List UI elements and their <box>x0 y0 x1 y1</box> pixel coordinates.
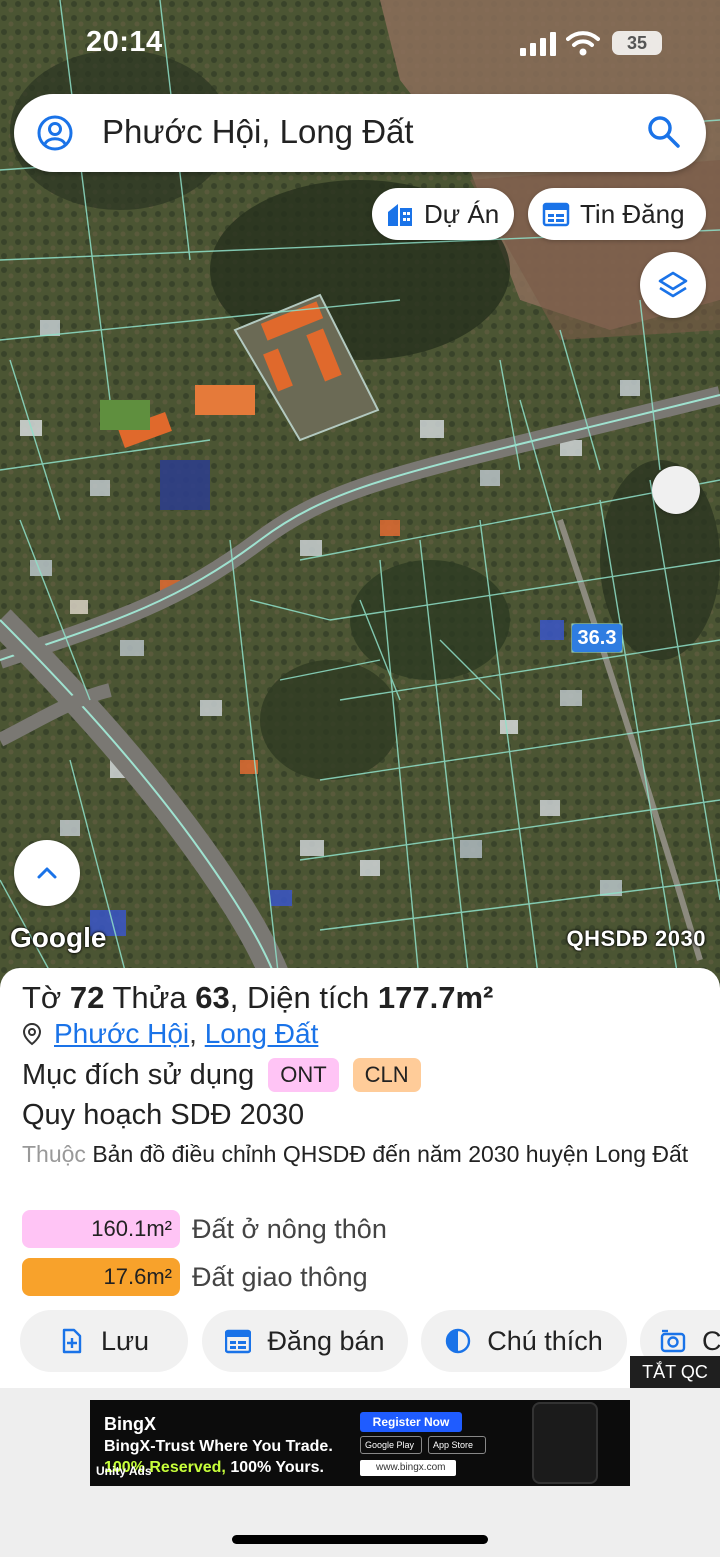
ad-register-button[interactable]: Register Now <box>360 1412 462 1432</box>
map-view[interactable]: 20:14 35 Phước Hội, Long Đất Dự Án Tin Đ… <box>0 0 720 990</box>
wifi-icon <box>566 31 600 56</box>
plot-prefix: Thửa <box>112 980 187 1015</box>
projects-chip-label: Dự Án <box>424 198 500 229</box>
zone-row: 17.6m² Đất giao thông <box>22 1258 368 1296</box>
chevron-up-icon <box>37 867 57 879</box>
building-icon <box>388 204 412 226</box>
map-layer-tag: QHSDĐ 2030 <box>566 926 706 951</box>
calendar-list-icon <box>542 202 570 227</box>
ward-link[interactable]: Phước Hội <box>54 1018 189 1050</box>
search-icon[interactable] <box>646 114 682 150</box>
plan-description: Thuộc Bản đồ điều chỉnh QHSDĐ đến năm 20… <box>22 1138 702 1171</box>
battery-indicator: 35 <box>612 31 662 55</box>
purpose-label: Mục đích sử dụng <box>22 1058 255 1091</box>
belongs-prefix: Thuộc <box>22 1141 86 1167</box>
expand-sheet-button[interactable] <box>14 840 80 906</box>
ad-url[interactable]: www.bingx.com <box>360 1460 456 1476</box>
save-button[interactable]: Lưu <box>20 1310 188 1372</box>
close-ad-button[interactable]: TẮT QC <box>630 1356 720 1388</box>
location-pin-icon <box>22 1022 42 1046</box>
purpose-badge-cln[interactable]: CLN <box>352 1058 421 1092</box>
camera-label: C <box>702 1325 720 1356</box>
land-use-purpose: Mục đích sử dụng ONT CLN <box>22 1058 421 1092</box>
zone-name: Đất ở nông thôn <box>192 1213 387 1244</box>
save-label: Lưu <box>100 1325 150 1356</box>
parcel-title: Tờ 72 Thửa 63, Diện tích 177.7m² <box>22 980 493 1016</box>
sheet-prefix: Tờ <box>22 980 62 1015</box>
area-prefix: , Diện tích <box>229 980 370 1015</box>
sheet-number: 72 <box>69 980 105 1015</box>
post-sale-button[interactable]: Đăng bán <box>202 1310 408 1372</box>
status-bar: 20:14 35 <box>0 22 720 66</box>
google-logo: Google <box>10 922 107 953</box>
map-layers-button[interactable] <box>640 252 706 318</box>
google-play-badge[interactable]: Google Play <box>360 1436 422 1454</box>
parcel-area: 177.7m² <box>377 980 494 1015</box>
location-separator: , <box>189 1018 197 1049</box>
plot-number-label[interactable]: 36.3 <box>572 624 622 652</box>
projects-chip[interactable]: Dự Án <box>372 188 514 240</box>
search-query[interactable]: Phước Hội, Long Đất <box>102 113 414 151</box>
ad-phone-image <box>532 1402 598 1484</box>
parcel-info-sheet: Tờ 72 Thửa 63, Diện tích 177.7m² Phước H… <box>0 968 720 1388</box>
cellular-signal-icon <box>520 32 556 56</box>
search-bar[interactable]: Phước Hội, Long Đất <box>14 94 706 172</box>
legend-button[interactable]: Chú thích <box>421 1310 627 1372</box>
plan-source: Bản đồ điều chỉnh QHSDĐ đến năm 2030 huy… <box>92 1141 689 1167</box>
district-link[interactable]: Long Đất <box>205 1018 319 1050</box>
listings-chip-label: Tin Đăng <box>580 198 685 229</box>
ad-tagline-line-1: BingX-Trust Where You Trade. <box>104 1438 333 1455</box>
file-add-icon <box>62 1328 82 1354</box>
plot-number: 63 <box>195 980 230 1015</box>
unity-ads-label: Unity Ads <box>96 1464 152 1478</box>
ad-banner[interactable]: BingX BingX-Trust Where You Trade. 100% … <box>90 1400 630 1486</box>
plan-heading: Quy hoạch SDĐ 2030 <box>22 1099 305 1131</box>
listings-chip[interactable]: Tin Đăng <box>528 188 706 240</box>
zone-area: 160.1m² <box>22 1210 180 1248</box>
map-drag-handle[interactable] <box>652 466 700 514</box>
user-icon[interactable] <box>36 114 74 152</box>
camera-icon <box>660 1329 686 1353</box>
zone-area: 17.6m² <box>22 1258 180 1296</box>
zone-row: 160.1m² Đất ở nông thôn <box>22 1210 387 1248</box>
layers-icon <box>658 271 688 298</box>
home-indicator[interactable] <box>232 1535 488 1544</box>
contrast-icon <box>446 1328 471 1354</box>
app-store-badge[interactable]: App Store <box>428 1436 486 1454</box>
ad-brand: BingX <box>104 1414 156 1434</box>
post-sale-label: Đăng bán <box>267 1325 385 1356</box>
purpose-badge-ont[interactable]: ONT <box>268 1058 339 1092</box>
ad-tagline-end: 100% Yours. <box>230 1459 324 1476</box>
calendar-list-icon <box>225 1329 252 1354</box>
legend-label: Chú thích <box>487 1325 603 1356</box>
status-time: 20:14 <box>86 26 163 58</box>
zone-name: Đất giao thông <box>192 1261 368 1292</box>
parcel-location: Phước Hội, Long Đất <box>22 1018 318 1050</box>
